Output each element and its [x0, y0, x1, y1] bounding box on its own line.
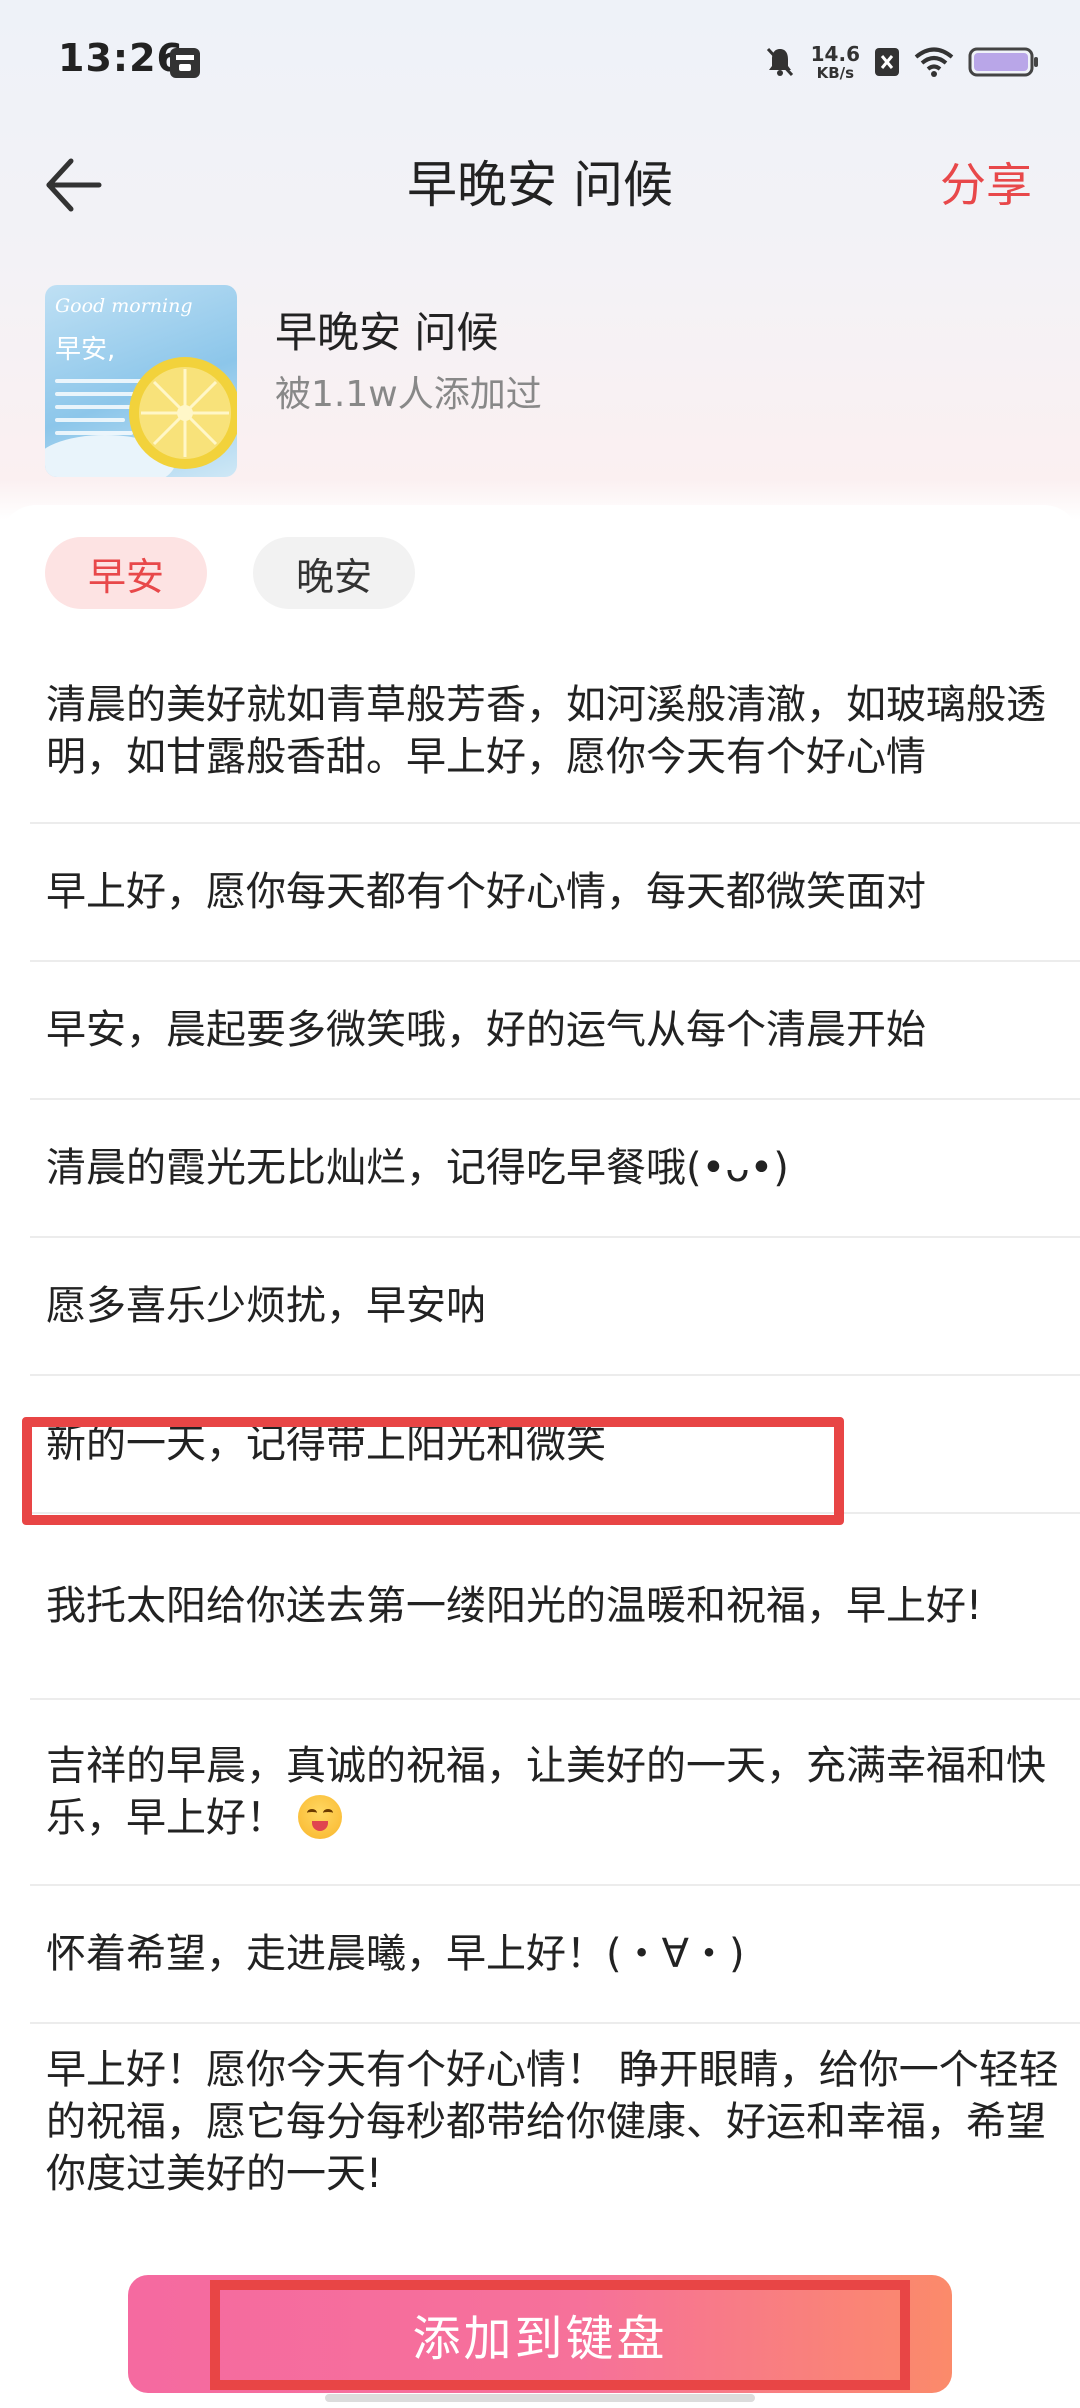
phrase-item[interactable]: 吉祥的早晨，真诚的祝福，让美好的一天，充满幸福和快乐，早上好！: [30, 1700, 1080, 1886]
header: 早晚安 问候 分享: [0, 120, 1080, 250]
status-indicators: 14.6 KB/s: [763, 40, 1040, 84]
phrase-list: 清晨的美好就如青草般芳香，如河溪般清澈，如玻璃般透明，如甘露般香甜。早上好，愿你…: [30, 640, 1080, 2204]
yum-face-emoji-icon: [298, 1795, 342, 1839]
pack-added-count: 被1.1w人添加过: [275, 374, 542, 415]
tab-night[interactable]: 晚安: [253, 537, 415, 609]
net-speed-value: 14.6: [810, 41, 860, 66]
battery-icon: [968, 47, 1038, 77]
phrase-text: 早上好，愿你每天都有个好心情，每天都微笑面对: [46, 869, 926, 915]
pack-cover-image: Good morning 早安,: [45, 285, 237, 477]
phrase-card: 早安 晚安 清晨的美好就如青草般芳香，如河溪般清澈，如玻璃般透明，如甘露般香甜。…: [0, 505, 1080, 2408]
phrase-text-body: 吉祥的早晨，真诚的祝福，让美好的一天，充满幸福和快乐，早上好！: [46, 1743, 1046, 1841]
share-button[interactable]: 分享: [940, 150, 1032, 220]
phrase-item[interactable]: 清晨的霞光无比灿烂，记得吃早餐哦(•ᴗ•): [30, 1100, 1080, 1238]
phrase-item-selected[interactable]: 新的一天，记得带上阳光和微笑: [30, 1376, 1080, 1514]
phrase-text: 我托太阳给你送去第一缕阳光的温暖和祝福，早上好!: [46, 1583, 983, 1629]
lemon-illustration: [45, 357, 237, 477]
phrase-text: 早上好！愿你今天有个好心情！ 睁开眼睛，给你一个轻轻的祝福，愿它每分每秒都带给你…: [46, 2047, 1059, 2197]
pack-name: 早晚安 问候: [275, 308, 499, 357]
phrase-text: 清晨的霞光无比灿烂，记得吃早餐哦(•ᴗ•): [46, 1145, 789, 1191]
phrase-text: 清晨的美好就如青草般芳香，如河溪般清澈，如玻璃般透明，如甘露般香甜。早上好，愿你…: [46, 682, 1046, 780]
phrase-text: 愿多喜乐少烦扰，早安呐: [46, 1283, 486, 1329]
wifi-icon: [914, 47, 954, 77]
phrase-item[interactable]: 早上好，愿你每天都有个好心情，每天都微笑面对: [30, 824, 1080, 962]
status-bar: 13:26 14.6 KB/s: [0, 0, 1080, 120]
mute-icon: [766, 47, 793, 77]
page-title: 早晚安 问候: [407, 156, 673, 214]
net-speed-unit: KB/s: [816, 63, 855, 82]
phrase-item[interactable]: 早安，晨起要多微笑哦，好的运气从每个清晨开始: [30, 962, 1080, 1100]
phrase-item[interactable]: 清晨的美好就如青草般芳香，如河溪般清澈，如玻璃般透明，如甘露般香甜。早上好，愿你…: [30, 640, 1080, 824]
phrase-item[interactable]: 愿多喜乐少烦扰，早安呐: [30, 1238, 1080, 1376]
status-time: 13:26: [58, 36, 184, 80]
add-to-keyboard-button[interactable]: 添加到键盘: [128, 2275, 952, 2393]
phrase-text: 吉祥的早晨，真诚的祝福，让美好的一天，充满幸福和快乐，早上好！: [46, 1740, 1060, 1844]
phrase-item[interactable]: 怀着希望，走进晨曦，早上好！(・∀・): [30, 1886, 1080, 2024]
home-indicator[interactable]: [325, 2394, 755, 2402]
phrase-text: 早安，晨起要多微笑哦，好的运气从每个清晨开始: [46, 1007, 926, 1053]
pack-info: Good morning 早安, 早晚安 问候 被1.1w人添加过: [45, 285, 1035, 480]
app-notification-icon: [170, 48, 200, 78]
phrase-text: 怀着希望，走进晨曦，早上好！(・∀・): [46, 1931, 745, 1977]
category-tabs: 早安 晚安: [45, 537, 415, 609]
tab-morning[interactable]: 早安: [45, 537, 207, 609]
phrase-item[interactable]: 我托太阳给你送去第一缕阳光的温暖和祝福，早上好!: [30, 1514, 1080, 1700]
sim-icon: [875, 48, 899, 76]
phrase-text: 新的一天，记得带上阳光和微笑: [46, 1421, 606, 1467]
phrase-item[interactable]: 早上好！愿你今天有个好心情！ 睁开眼睛，给你一个轻轻的祝福，愿它每分每秒都带给你…: [30, 2024, 1080, 2204]
net-speed: 14.6 KB/s: [811, 44, 860, 81]
